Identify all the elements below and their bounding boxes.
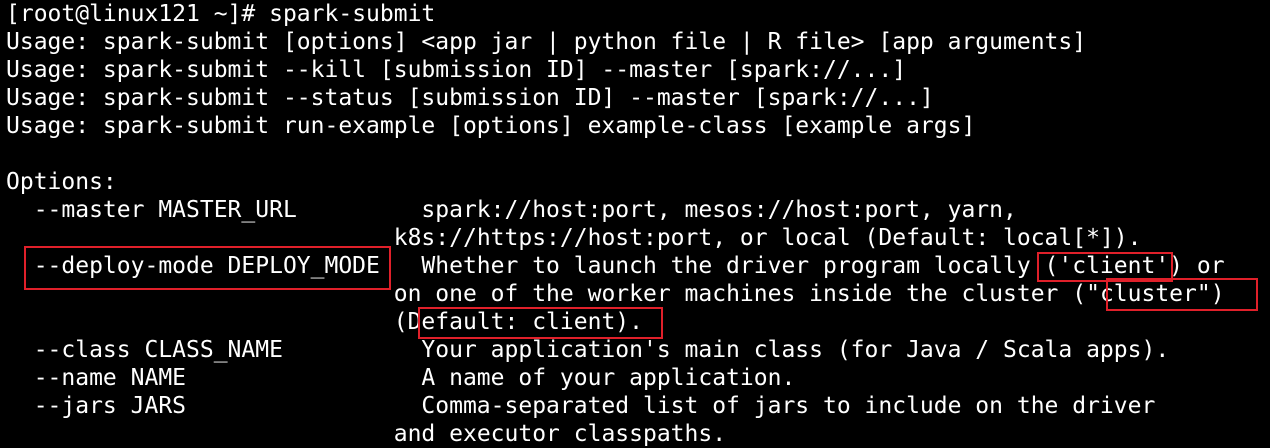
option-deploy-mode-description: on one of the worker machines inside the… [393, 281, 1225, 307]
option-name-line: --name NAME A name of your application. [6, 364, 1270, 392]
option-jars-line: --jars JARS Comma-separated list of jars… [6, 392, 1270, 420]
option-jars-description: and executor classpaths. [393, 421, 727, 447]
option-class-flag: --class CLASS_NAME [6, 337, 422, 363]
option-master-description: k8s://https://host:port, or local (Defau… [393, 225, 1142, 251]
option-master-description: spark://host:port, mesos://host:port, ya… [421, 197, 1017, 223]
option-deploy-mode-flag: --deploy-mode DEPLOY_MODE [6, 253, 422, 279]
option-master-continuation: k8s://https://host:port, or local (Defau… [6, 224, 1270, 252]
option-name-flag: --name NAME [6, 365, 422, 391]
shell-prompt: [root@linux121 ~]# [6, 1, 270, 27]
usage-line: Usage: spark-submit --kill [submission I… [6, 57, 907, 83]
option-master-flag: --master MASTER_URL [6, 197, 422, 223]
command-text: spark-submit [269, 1, 436, 27]
terminal-window[interactable]: [root@linux121 ~]# spark-submit Usage: s… [0, 0, 1270, 448]
option-name-description: A name of your application. [421, 365, 796, 391]
options-header: Options: [6, 169, 117, 195]
option-deploy-mode-line: --deploy-mode DEPLOY_MODE Whether to lau… [6, 252, 1270, 280]
option-deploy-mode-description: (Default: client). [393, 309, 643, 335]
option-deploy-mode-continuation: on one of the worker machines inside the… [6, 280, 1270, 308]
usage-line: Usage: spark-submit --status [submission… [6, 85, 934, 111]
option-class-line: --class CLASS_NAME Your application's ma… [6, 336, 1270, 364]
option-jars-description: Comma-separated list of jars to include … [421, 393, 1156, 419]
prompt-line: [root@linux121 ~]# spark-submit [6, 0, 1270, 28]
option-jars-continuation: and executor classpaths. [6, 420, 1270, 448]
option-class-description: Your application's main class (for Java … [421, 337, 1170, 363]
option-master-line: --master MASTER_URL spark://host:port, m… [6, 196, 1270, 224]
usage-line: Usage: spark-submit [options] <app jar |… [6, 29, 1087, 55]
option-jars-flag: --jars JARS [6, 393, 422, 419]
option-deploy-mode-continuation: (Default: client). [6, 308, 1270, 336]
usage-line: Usage: spark-submit run-example [options… [6, 113, 976, 139]
option-deploy-mode-description: Whether to launch the driver program loc… [421, 253, 1225, 279]
